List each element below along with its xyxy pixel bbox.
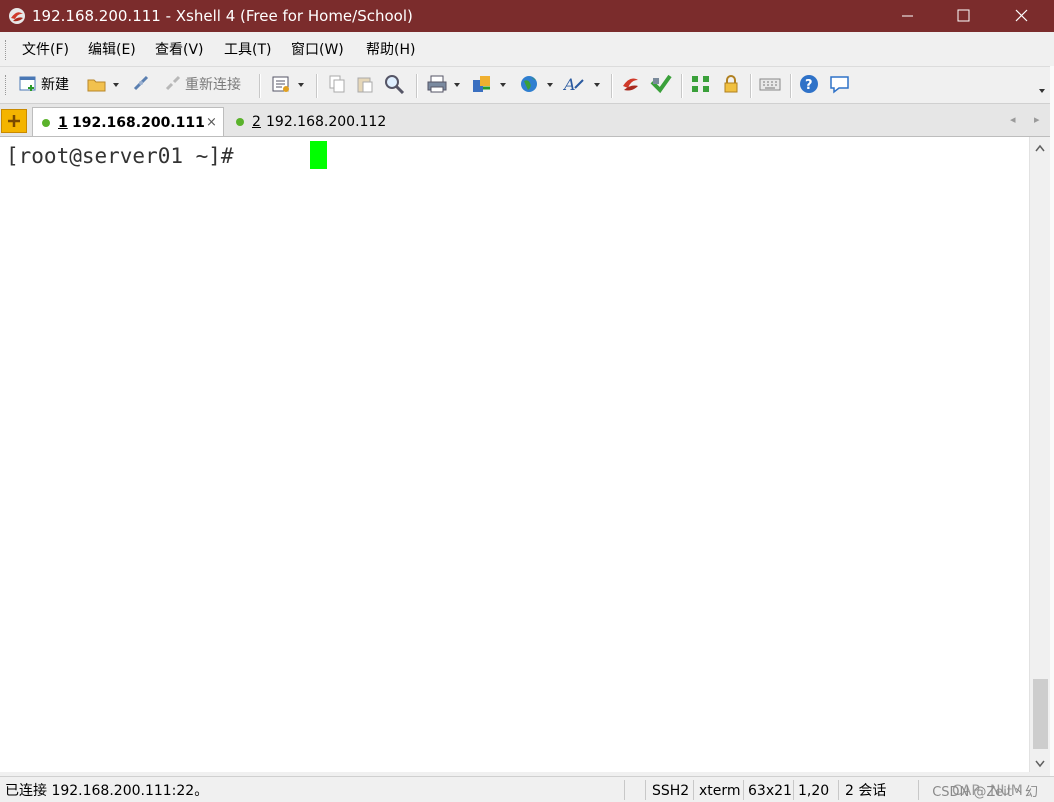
- title-bar: 192.168.200.111 - Xshell 4 (Free for Hom…: [0, 0, 1054, 32]
- tab-host-label: 192.168.200.112: [266, 114, 387, 130]
- status-separator: [624, 780, 625, 800]
- tab-host-label: 192.168.200.111: [72, 115, 205, 131]
- keyboard-icon[interactable]: [759, 74, 781, 96]
- scroll-down-icon[interactable]: [1035, 757, 1045, 771]
- terminal-cursor: [310, 141, 327, 169]
- print-dropdown-icon[interactable]: [454, 83, 460, 87]
- window-edge: [1050, 66, 1054, 801]
- status-separator: [645, 780, 646, 800]
- close-tab-icon[interactable]: ×: [206, 114, 217, 132]
- status-separator: [693, 780, 694, 800]
- new-button-label[interactable]: 新建: [41, 76, 69, 94]
- open-dropdown-icon[interactable]: [113, 83, 119, 87]
- chat-icon[interactable]: [829, 74, 851, 96]
- toolbar-separator: [681, 74, 683, 98]
- terminal-size-status: 63x21: [748, 783, 792, 799]
- status-separator: [918, 780, 919, 800]
- reconnect-button-label[interactable]: 重新连接: [185, 76, 241, 94]
- close-window-button[interactable]: [998, 0, 1044, 32]
- lock-icon[interactable]: [721, 74, 741, 96]
- csdn-watermark: CSDN @Zeit丶幻: [932, 785, 1038, 800]
- menu-tools[interactable]: 工具(T): [224, 41, 271, 59]
- properties-icon[interactable]: [271, 74, 291, 96]
- tab-scroll-right-icon[interactable]: ▸: [1034, 113, 1040, 126]
- disconnect-icon[interactable]: [131, 74, 151, 96]
- new-session-icon[interactable]: [18, 74, 38, 96]
- menu-file[interactable]: 文件(F): [22, 41, 69, 59]
- reconnect-icon[interactable]: [163, 74, 183, 96]
- tab-number: 1: [58, 115, 68, 131]
- tab-number: 2: [252, 114, 261, 130]
- session-tab-2[interactable]: 2 192.168.200.112: [226, 107, 396, 136]
- xshell-logo-icon: [8, 7, 26, 25]
- status-separator: [743, 780, 744, 800]
- svg-text:?: ?: [805, 78, 813, 93]
- font-icon[interactable]: A: [563, 74, 587, 96]
- paste-icon[interactable]: [355, 74, 375, 96]
- menu-edit[interactable]: 编辑(E): [88, 41, 136, 59]
- fullscreen-icon[interactable]: [690, 74, 712, 96]
- window-title: 192.168.200.111 - Xshell 4 (Free for Hom…: [32, 7, 413, 25]
- scroll-up-icon[interactable]: [1035, 141, 1045, 155]
- scrollbar-thumb[interactable]: [1033, 679, 1048, 749]
- status-separator: [838, 780, 839, 800]
- copy-icon[interactable]: [327, 74, 347, 96]
- session-count-status: 2 会话: [845, 783, 887, 799]
- maximize-button[interactable]: [940, 0, 986, 32]
- find-icon[interactable]: [384, 74, 406, 96]
- menu-view[interactable]: 查看(V): [155, 41, 204, 59]
- toolbar-separator: [416, 74, 418, 98]
- session-tab-bar: 1 192.168.200.111 × 2 192.168.200.112 ◂ …: [0, 104, 1054, 137]
- protocol-status: SSH2: [652, 783, 690, 799]
- status-separator: [793, 780, 794, 800]
- tab-scroll-left-icon[interactable]: ◂: [1010, 113, 1016, 126]
- minimize-button[interactable]: [884, 0, 930, 32]
- font-dropdown-icon[interactable]: [594, 83, 600, 87]
- connected-status-icon: [236, 118, 244, 126]
- toolbar-separator: [750, 74, 752, 98]
- globe-dropdown-icon[interactable]: [547, 83, 553, 87]
- help-icon[interactable]: ?: [799, 74, 821, 96]
- terminal-type-status: xterm: [699, 783, 741, 799]
- toolbar-separator: [611, 74, 613, 98]
- connected-status-icon: [42, 119, 50, 127]
- cursor-position-status: 1,20: [798, 783, 830, 799]
- session-tab-1[interactable]: 1 192.168.200.111 ×: [32, 107, 224, 136]
- menu-help[interactable]: 帮助(H): [366, 41, 415, 59]
- transfer-dropdown-icon[interactable]: [500, 83, 506, 87]
- transfer-icon[interactable]: [471, 74, 493, 96]
- xftp-icon[interactable]: [620, 74, 642, 96]
- xmanager-icon[interactable]: [650, 74, 672, 96]
- globe-icon[interactable]: [519, 74, 541, 96]
- print-icon[interactable]: [426, 74, 448, 96]
- terminal-scrollbar[interactable]: [1029, 137, 1050, 772]
- toolbar-grip[interactable]: [5, 75, 9, 95]
- toolbar-overflow-icon[interactable]: [1039, 89, 1045, 93]
- open-folder-icon[interactable]: [86, 74, 108, 96]
- connection-status: 已连接 192.168.200.111:22。: [5, 783, 209, 799]
- svg-text:A: A: [563, 75, 576, 94]
- status-bar: 已连接 192.168.200.111:22。 SSH2 xterm 63x21…: [0, 776, 1054, 802]
- menu-window[interactable]: 窗口(W): [291, 41, 344, 59]
- shell-prompt: [root@server01 ~]#: [6, 144, 247, 168]
- toolbar-separator: [259, 74, 261, 98]
- toolbar: 新建 重新连接 A ?: [0, 67, 1054, 104]
- toolbar-separator: [316, 74, 318, 98]
- add-session-button[interactable]: [1, 109, 27, 133]
- properties-dropdown-icon[interactable]: [298, 83, 304, 87]
- terminal-area[interactable]: [root@server01 ~]#: [0, 137, 1029, 772]
- toolbar-separator: [790, 74, 792, 98]
- menu-grip[interactable]: [5, 40, 9, 60]
- menu-bar: 文件(F) 编辑(E) 查看(V) 工具(T) 窗口(W) 帮助(H): [0, 34, 1054, 67]
